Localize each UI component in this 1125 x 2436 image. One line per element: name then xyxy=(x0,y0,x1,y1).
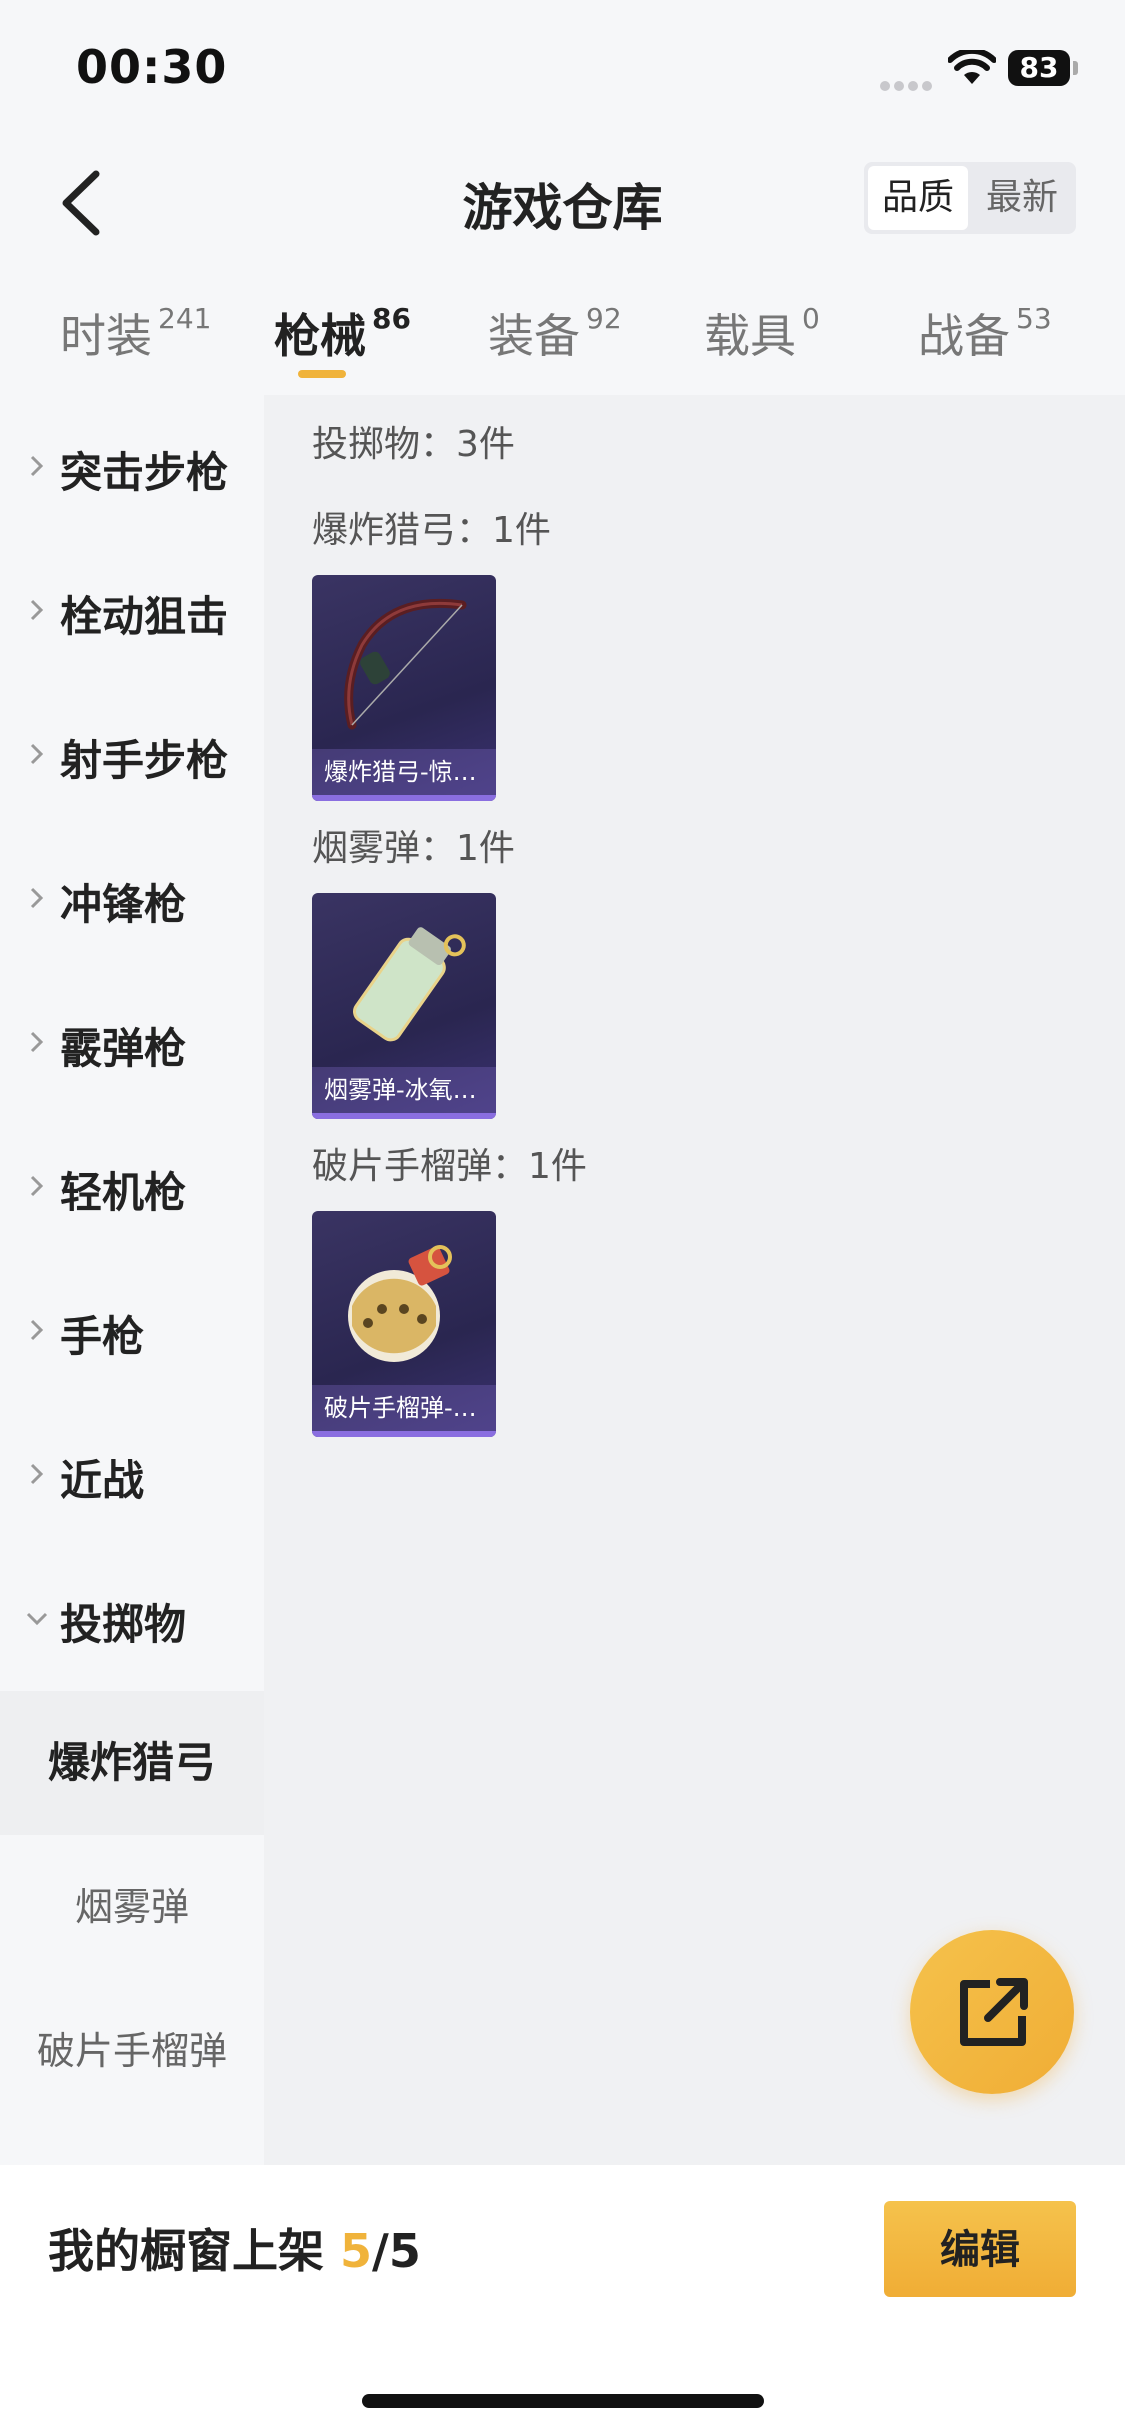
bow-icon xyxy=(344,598,467,730)
tab-equipment[interactable]: 装备 92 xyxy=(488,300,622,366)
sidebar-subitem-smoke-grenade[interactable]: 烟雾弹 xyxy=(0,1835,264,1979)
rarity-bar xyxy=(312,1113,496,1119)
item-card[interactable]: 破片手榴弹-… xyxy=(312,1211,496,1437)
chevron-right-icon xyxy=(30,1463,44,1485)
item-list: 投掷物：3件 爆炸猎弓：1件 爆炸猎弓-惊… 烟雾弹：1件 烟雾弹-冰氧… 破片… xyxy=(264,395,1125,2165)
section-label: 烟雾弹：1件 xyxy=(312,828,515,869)
battery-icon: 83 xyxy=(1008,50,1078,86)
sort-quality-button[interactable]: 品质 xyxy=(868,166,968,230)
chevron-down-icon xyxy=(26,1612,48,1626)
sidebar-item-melee[interactable]: 近战 xyxy=(0,1403,264,1547)
sidebar-subitem-explosive-bow[interactable]: 爆炸猎弓 xyxy=(0,1691,264,1835)
sidebar-item-smg[interactable]: 冲锋枪 xyxy=(0,827,264,971)
chevron-right-icon xyxy=(30,1319,44,1341)
active-tab-indicator xyxy=(298,370,346,378)
sidebar-item-lmg[interactable]: 轻机枪 xyxy=(0,1115,264,1259)
tab-firearms[interactable]: 枪械 86 xyxy=(274,300,411,366)
sidebar-item-bolt-sniper[interactable]: 栓动狙击 xyxy=(0,539,264,683)
showcase-status: 我的橱窗上架 5/5 xyxy=(48,2224,421,2278)
sort-newest-button[interactable]: 最新 xyxy=(972,166,1072,230)
chevron-right-icon xyxy=(30,1031,44,1053)
rarity-bar xyxy=(312,1431,496,1437)
share-button[interactable] xyxy=(910,1930,1074,2094)
smoke-grenade-icon xyxy=(353,927,466,1042)
chevron-right-icon xyxy=(30,743,44,765)
tab-fashion[interactable]: 时装 241 xyxy=(60,300,211,366)
sidebar: 突击步枪 栓动狙击 射手步枪 冲锋枪 霰弹枪 轻机枪 手枪 近战 投掷物 爆炸猎… xyxy=(0,395,264,2165)
sidebar-item-assault-rifle[interactable]: 突击步枪 xyxy=(0,395,264,539)
chevron-right-icon xyxy=(30,887,44,909)
item-card-caption: 爆炸猎弓-惊… xyxy=(312,749,496,795)
tab-supplies[interactable]: 战备 53 xyxy=(918,300,1052,366)
sort-toggle: 品质 最新 xyxy=(864,162,1076,234)
tab-count: 0 xyxy=(802,301,820,335)
share-external-icon xyxy=(960,1978,1028,2046)
edit-button[interactable]: 编辑 xyxy=(884,2201,1076,2297)
rarity-bar xyxy=(312,795,496,801)
sidebar-item-shotgun[interactable]: 霰弹枪 xyxy=(0,971,264,1115)
chevron-right-icon xyxy=(30,1175,44,1197)
item-card[interactable]: 烟雾弹-冰氧… xyxy=(312,893,496,1119)
tab-count: 92 xyxy=(586,301,622,335)
tab-count: 241 xyxy=(158,301,212,335)
category-summary: 投掷物：3件 xyxy=(312,424,515,465)
section-label: 破片手榴弹：1件 xyxy=(312,1146,587,1187)
sidebar-subitem-frag-grenade[interactable]: 破片手榴弹 xyxy=(0,1979,264,2123)
status-time: 00:30 xyxy=(76,40,228,94)
cellular-signal-icon xyxy=(880,76,936,95)
tab-vehicles[interactable]: 载具 0 xyxy=(704,300,820,366)
tab-count: 86 xyxy=(372,301,411,335)
sidebar-item-pistol[interactable]: 手枪 xyxy=(0,1259,264,1403)
chevron-right-icon xyxy=(30,455,44,477)
chevron-right-icon xyxy=(30,599,44,621)
header: 游戏仓库 品质 最新 xyxy=(0,140,1125,260)
wifi-icon xyxy=(948,50,996,84)
frag-grenade-icon xyxy=(348,1245,452,1362)
item-card-caption: 破片手榴弹-… xyxy=(312,1385,496,1431)
sidebar-item-marksman-rifle[interactable]: 射手步枪 xyxy=(0,683,264,827)
sidebar-item-throwables[interactable]: 投掷物 xyxy=(0,1547,264,1691)
showcase-count: 5 xyxy=(340,2224,373,2278)
category-tabs: 时装 241 枪械 86 装备 92 载具 0 战备 53 xyxy=(0,280,1125,390)
home-indicator[interactable] xyxy=(362,2394,764,2408)
item-card-caption: 烟雾弹-冰氧… xyxy=(312,1067,496,1113)
section-label: 爆炸猎弓：1件 xyxy=(312,510,551,551)
item-card[interactable]: 爆炸猎弓-惊… xyxy=(312,575,496,801)
status-bar: 00:30 83 xyxy=(0,0,1125,140)
tab-count: 53 xyxy=(1016,301,1052,335)
